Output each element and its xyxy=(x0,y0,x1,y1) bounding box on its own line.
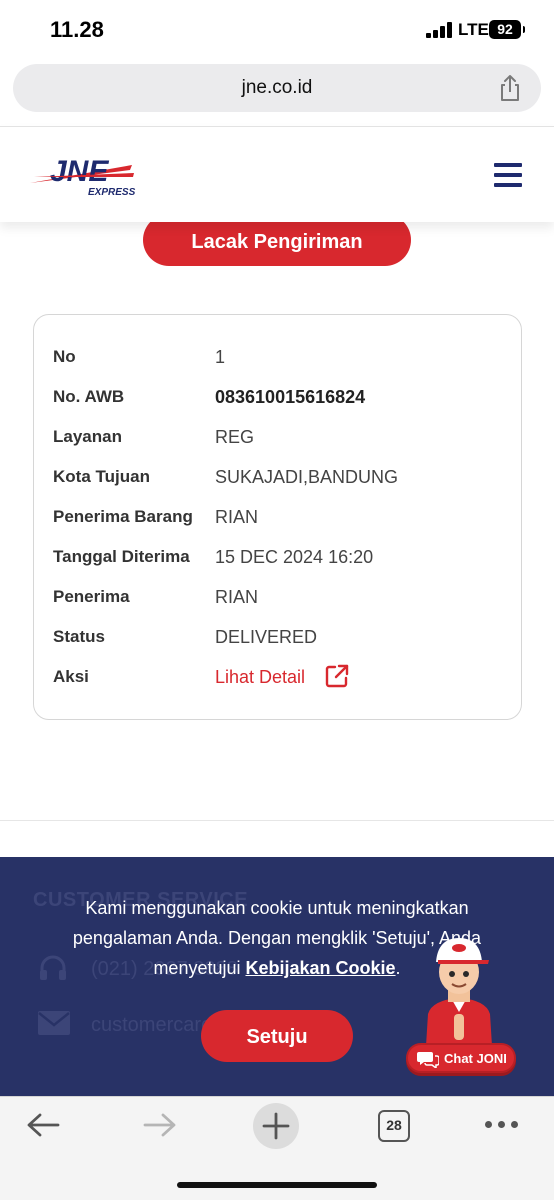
section-divider xyxy=(0,820,554,821)
forward-arrow-icon[interactable] xyxy=(142,1111,178,1139)
result-row-service: Layanan REG xyxy=(34,427,521,467)
status-value: DELIVERED xyxy=(215,627,318,647)
row-value: REG xyxy=(215,427,255,447)
share-icon[interactable] xyxy=(497,74,523,102)
result-row-received-date: Tanggal Diterima 15 DEC 2024 16:20 xyxy=(34,547,521,587)
row-label: Tanggal Diterima xyxy=(53,547,190,566)
row-label: Penerima Barang xyxy=(53,507,193,526)
signal-icon xyxy=(426,22,452,38)
row-label: No xyxy=(53,347,76,366)
cookie-policy-link[interactable]: Kebijakan Cookie xyxy=(246,958,396,978)
chat-label: Chat JONI xyxy=(444,1051,507,1066)
row-label: No. AWB xyxy=(53,387,125,406)
agree-button[interactable]: Setuju xyxy=(201,1010,353,1062)
tracking-result-card: No 1 No. AWB 083610015616824 Layanan REG… xyxy=(33,314,522,720)
row-value: SUKAJADI,BANDUNG xyxy=(215,467,399,487)
cookie-message-end: . xyxy=(395,958,401,978)
back-arrow-icon[interactable] xyxy=(25,1111,61,1139)
site-header: JNE EXPRESS xyxy=(0,126,554,222)
result-row-status: Status DELIVERED xyxy=(34,627,521,667)
row-label: Status xyxy=(53,627,105,646)
result-row-destination: Kota Tujuan SUKAJADI,BANDUNG xyxy=(34,467,521,507)
joni-mascot-icon[interactable] xyxy=(414,932,504,1046)
jne-logo[interactable]: JNE EXPRESS xyxy=(30,151,140,201)
url-text[interactable]: jne.co.id xyxy=(13,77,541,99)
status-bar: 11.28 LTE 92 xyxy=(0,0,554,60)
home-indicator xyxy=(177,1182,377,1188)
row-value: 15 DEC 2024 16:20 xyxy=(215,547,374,567)
row-value: 1 xyxy=(215,347,226,367)
view-detail-link[interactable]: Lihat Detail xyxy=(215,667,305,688)
plus-icon xyxy=(262,1112,290,1140)
row-label: Penerima xyxy=(53,587,130,606)
address-bar[interactable]: jne.co.id xyxy=(13,64,541,112)
awb-number: 083610015616824 xyxy=(215,387,366,407)
logo-subtext: EXPRESS xyxy=(88,187,136,198)
result-row-action: Aksi Lihat Detail xyxy=(34,664,521,707)
status-time: 11.28 xyxy=(50,17,104,42)
result-row-receiver: Penerima RIAN xyxy=(34,587,521,627)
battery-icon: 92 xyxy=(489,20,525,39)
page: 11.28 LTE 92 jne.co.id JNE EXPRESS Lacak… xyxy=(0,0,554,1200)
result-row-receiver-goods: Penerima Barang RIAN xyxy=(34,507,521,547)
result-row-no: No 1 xyxy=(34,347,521,387)
hamburger-menu-icon[interactable] xyxy=(494,163,522,187)
chat-joni-button[interactable]: Chat JONI xyxy=(406,1043,516,1073)
row-value: RIAN xyxy=(215,507,259,527)
mail-icon xyxy=(38,1011,70,1035)
row-value: RIAN xyxy=(215,587,259,607)
tab-switcher-button[interactable]: 28 xyxy=(378,1110,410,1142)
row-label: Layanan xyxy=(53,427,122,446)
chat-bubble-icon xyxy=(417,1052,439,1068)
more-options-icon[interactable] xyxy=(485,1121,519,1131)
network-label: LTE xyxy=(458,20,489,39)
result-row-awb: No. AWB 083610015616824 xyxy=(34,387,521,427)
new-tab-button[interactable] xyxy=(253,1103,299,1149)
logo-text: JNE xyxy=(50,155,109,188)
row-label: Aksi xyxy=(53,667,89,686)
row-label: Kota Tujuan xyxy=(53,467,150,486)
external-link-icon[interactable] xyxy=(324,663,350,689)
